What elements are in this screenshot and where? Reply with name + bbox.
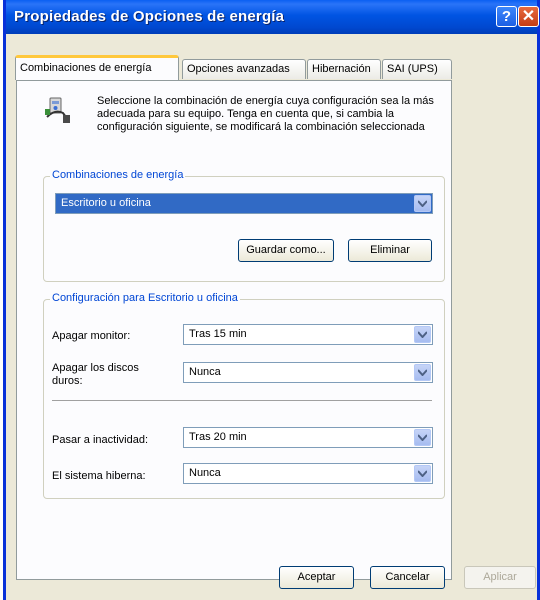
chevron-down-icon[interactable] — [414, 326, 431, 343]
settings-separator — [52, 400, 432, 401]
power-schemes-legend: Combinaciones de energía — [50, 169, 186, 181]
close-icon: ✕ — [521, 8, 536, 25]
cancel-button[interactable]: Cancelar — [370, 566, 445, 589]
hibernate-select[interactable]: Nunca — [183, 463, 433, 484]
dialog-window: Propiedades de Opciones de energía ? ✕ C… — [3, 0, 540, 600]
chevron-down-icon[interactable] — [414, 195, 431, 212]
disks-label: Apagar los discos duros: — [52, 362, 139, 387]
close-button[interactable]: ✕ — [518, 6, 539, 27]
help-icon: ? — [501, 8, 512, 25]
tab-hibernate[interactable]: Hibernación — [307, 59, 381, 79]
monitor-value: Tras 15 min — [189, 328, 247, 340]
standby-label: Pasar a inactividad: — [52, 434, 148, 446]
hibernate-value: Nunca — [189, 467, 221, 479]
disks-select[interactable]: Nunca — [183, 362, 433, 383]
standby-value: Tras 20 min — [189, 431, 247, 443]
save-as-button[interactable]: Guardar como... — [238, 239, 334, 262]
help-button[interactable]: ? — [496, 6, 517, 27]
tab-panel: Seleccione la combinación de energía cuy… — [16, 80, 452, 580]
power-scheme-select[interactable]: Escritorio u oficina — [55, 193, 433, 214]
power-scheme-value: Escritorio u oficina — [61, 197, 151, 209]
intro-text: Seleccione la combinación de energía cuy… — [97, 95, 434, 133]
delete-button[interactable]: Eliminar — [348, 239, 432, 262]
tab-advanced[interactable]: Opciones avanzadas — [182, 59, 306, 79]
tab-power-schemes[interactable]: Combinaciones de energía — [15, 55, 179, 80]
power-schemes-group: Combinaciones de energía Escritorio u of… — [43, 169, 445, 282]
title-bar[interactable]: Propiedades de Opciones de energía ? ✕ — [6, 0, 539, 34]
chevron-down-icon[interactable] — [414, 364, 431, 381]
hibernate-label: El sistema hiberna: — [52, 470, 146, 482]
power-scheme-icon — [45, 97, 70, 123]
window-title: Propiedades de Opciones de energía — [14, 8, 285, 25]
standby-select[interactable]: Tras 20 min — [183, 427, 433, 448]
apply-button[interactable]: Aplicar — [464, 566, 536, 589]
ok-button[interactable]: Aceptar — [279, 566, 354, 589]
scheme-settings-legend: Configuración para Escritorio u oficina — [50, 292, 240, 304]
chevron-down-icon[interactable] — [414, 429, 431, 446]
disks-value: Nunca — [189, 366, 221, 378]
tab-ups[interactable]: SAI (UPS) — [382, 59, 452, 79]
chevron-down-icon[interactable] — [414, 465, 431, 482]
monitor-select[interactable]: Tras 15 min — [183, 324, 433, 345]
scheme-settings-group: Configuración para Escritorio u oficina … — [43, 292, 445, 499]
monitor-label: Apagar monitor: — [52, 330, 131, 342]
